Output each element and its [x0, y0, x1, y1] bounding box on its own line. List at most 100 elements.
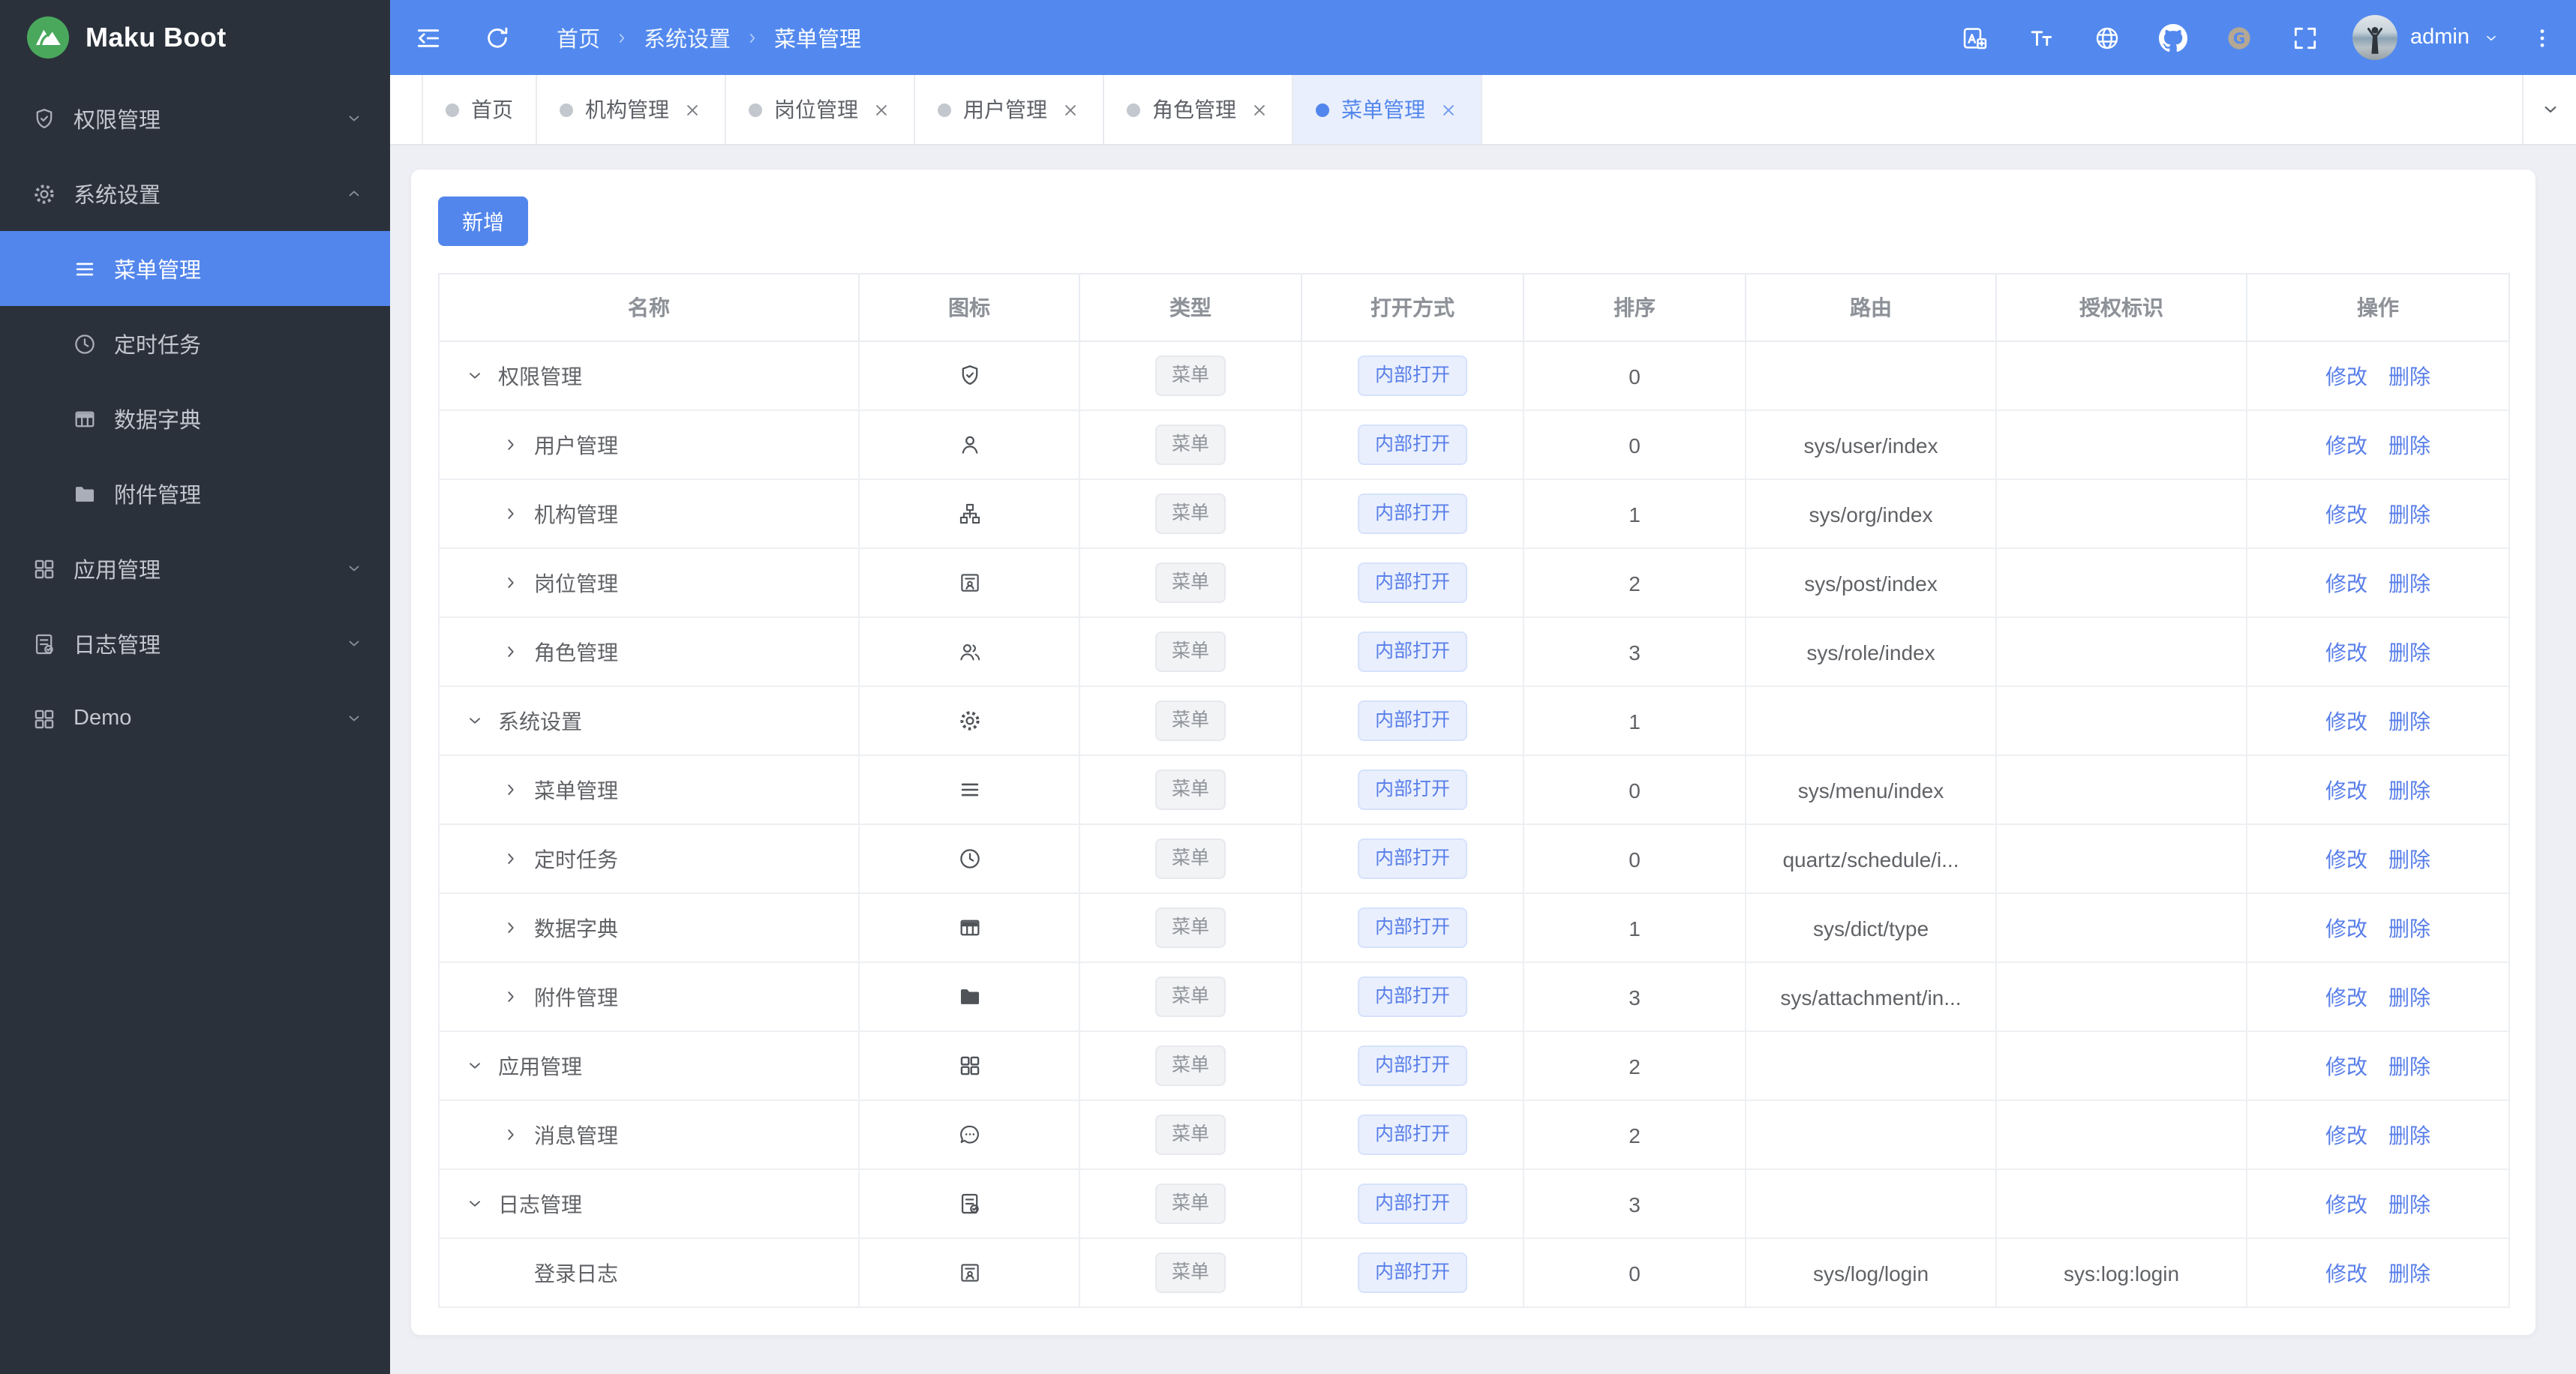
- edit-link[interactable]: 修改: [2325, 1261, 2367, 1285]
- fullscreen-icon[interactable]: [2290, 23, 2319, 52]
- chevron-down-icon[interactable]: [465, 1194, 485, 1214]
- sidebar-submenu-system-settings: 菜单管理 定时任务 数据字典 附件管理: [0, 231, 390, 531]
- chevron-right-icon[interactable]: [501, 918, 521, 938]
- tab-org-management[interactable]: 机构管理: [537, 75, 726, 144]
- delete-link[interactable]: 删除: [2388, 985, 2430, 1009]
- delete-link[interactable]: 删除: [2388, 847, 2430, 871]
- chevron-right-icon[interactable]: [501, 849, 521, 868]
- chevron-down-icon[interactable]: [465, 366, 485, 386]
- sidebar-item-scheduled-tasks[interactable]: 定时任务: [0, 306, 390, 381]
- cell-open-mode: 内部打开: [1301, 754, 1524, 825]
- gitee-icon[interactable]: G: [2224, 23, 2253, 52]
- chevron-down-icon[interactable]: [465, 711, 485, 730]
- cell-icon: [858, 548, 1080, 618]
- delete-link[interactable]: 删除: [2388, 1123, 2430, 1147]
- edit-link[interactable]: 修改: [2325, 571, 2367, 595]
- chevron-right-icon[interactable]: [501, 573, 521, 592]
- edit-link[interactable]: 修改: [2325, 985, 2367, 1009]
- type-tag: 菜单: [1154, 769, 1226, 811]
- edit-link[interactable]: 修改: [2325, 916, 2367, 940]
- sidebar-item-menu-management[interactable]: 菜单管理: [0, 231, 390, 306]
- kebab-menu-icon[interactable]: [2529, 25, 2555, 50]
- user-menu[interactable]: admin: [2352, 15, 2499, 60]
- sidebar-item-system-settings[interactable]: 系统设置: [0, 156, 390, 231]
- tab-user-management[interactable]: 用户管理: [915, 75, 1104, 144]
- cell-sort: 0: [1523, 824, 1746, 894]
- edit-link[interactable]: 修改: [2325, 1123, 2367, 1147]
- sidebar-item-log-management[interactable]: 日志管理: [0, 606, 390, 681]
- edit-link[interactable]: 修改: [2325, 640, 2367, 664]
- delete-link[interactable]: 删除: [2388, 709, 2430, 733]
- edit-link[interactable]: 修改: [2325, 433, 2367, 457]
- cell-actions: 修改 删除: [2246, 340, 2510, 411]
- user-icon: [956, 432, 982, 458]
- edit-link[interactable]: 修改: [2325, 1054, 2367, 1078]
- tab-menu-management[interactable]: 菜单管理: [1293, 75, 1482, 144]
- close-icon[interactable]: [1250, 100, 1269, 119]
- sidebar-item-attachment-management[interactable]: 附件管理: [0, 456, 390, 531]
- name-cell-content: 应用管理: [440, 1051, 857, 1081]
- add-button[interactable]: 新增: [438, 196, 528, 246]
- type-tag: 菜单: [1154, 562, 1226, 604]
- close-icon[interactable]: [1061, 100, 1080, 119]
- edit-link[interactable]: 修改: [2325, 364, 2367, 388]
- chevron-down-icon: [2483, 29, 2499, 46]
- sidebar-item-app-management[interactable]: 应用管理: [0, 531, 390, 606]
- table-row-org-management: 机构管理 菜单 内部打开 1 sys/org/index 修改 删除: [438, 478, 2510, 549]
- sidebar-item-demo[interactable]: Demo: [0, 681, 390, 756]
- chevron-right-icon[interactable]: [501, 504, 521, 524]
- avatar[interactable]: [2352, 15, 2397, 60]
- delete-link[interactable]: 删除: [2388, 916, 2430, 940]
- chevron-right-icon[interactable]: [501, 780, 521, 800]
- globe-icon[interactable]: [2092, 23, 2121, 52]
- menu-collapse-icon[interactable]: [414, 23, 443, 52]
- tab-overflow-button[interactable]: [2522, 75, 2576, 144]
- sidebar-item-data-dictionary[interactable]: 数据字典: [0, 381, 390, 456]
- cell-name: 权限管理: [438, 340, 860, 411]
- delete-link[interactable]: 删除: [2388, 778, 2430, 802]
- tab-label: 机构管理: [585, 98, 669, 122]
- github-icon[interactable]: [2158, 23, 2187, 52]
- cell-icon: [858, 824, 1080, 894]
- close-icon[interactable]: [1439, 100, 1458, 119]
- edit-link[interactable]: 修改: [2325, 502, 2367, 526]
- sidebar-item-permission-management[interactable]: 权限管理: [0, 81, 390, 156]
- cell-actions: 修改 删除: [2246, 410, 2510, 480]
- brand[interactable]: Maku Boot: [0, 0, 390, 75]
- chevron-right-icon[interactable]: [501, 435, 521, 454]
- type-tag: 菜单: [1154, 976, 1226, 1018]
- delete-link[interactable]: 删除: [2388, 364, 2430, 388]
- close-icon[interactable]: [872, 100, 891, 119]
- edit-link[interactable]: 修改: [2325, 1192, 2367, 1216]
- gear-icon: [956, 708, 982, 734]
- tab-role-management[interactable]: 角色管理: [1104, 75, 1293, 144]
- font-size-icon[interactable]: [2026, 23, 2055, 52]
- delete-link[interactable]: 删除: [2388, 1192, 2430, 1216]
- refresh-icon[interactable]: [483, 23, 512, 52]
- breadcrumb-item[interactable]: 首页: [557, 22, 600, 53]
- edit-link[interactable]: 修改: [2325, 847, 2367, 871]
- chevron-down-icon[interactable]: [465, 1056, 485, 1076]
- cell-open-mode: 内部打开: [1301, 1030, 1524, 1101]
- breadcrumb-item[interactable]: 菜单管理: [774, 22, 861, 53]
- delete-link[interactable]: 删除: [2388, 571, 2430, 595]
- translate-icon[interactable]: [1960, 23, 1989, 52]
- edit-link[interactable]: 修改: [2325, 778, 2367, 802]
- chevron-right-icon[interactable]: [501, 642, 521, 662]
- delete-link[interactable]: 删除: [2388, 1054, 2430, 1078]
- cell-open-mode: 内部打开: [1301, 616, 1524, 687]
- edit-link[interactable]: 修改: [2325, 709, 2367, 733]
- delete-link[interactable]: 删除: [2388, 1261, 2430, 1285]
- cell-open-mode: 内部打开: [1301, 340, 1524, 411]
- breadcrumb-item[interactable]: 系统设置: [644, 22, 731, 53]
- close-icon[interactable]: [683, 100, 702, 119]
- chevron-right-icon[interactable]: [501, 1125, 521, 1144]
- delete-link[interactable]: 删除: [2388, 502, 2430, 526]
- delete-link[interactable]: 删除: [2388, 640, 2430, 664]
- tab-post-management[interactable]: 岗位管理: [726, 75, 915, 144]
- tab-label: 岗位管理: [774, 98, 858, 122]
- tab-dot: [938, 103, 951, 116]
- delete-link[interactable]: 删除: [2388, 433, 2430, 457]
- chevron-right-icon[interactable]: [501, 987, 521, 1006]
- tab-home[interactable]: 首页: [422, 75, 537, 144]
